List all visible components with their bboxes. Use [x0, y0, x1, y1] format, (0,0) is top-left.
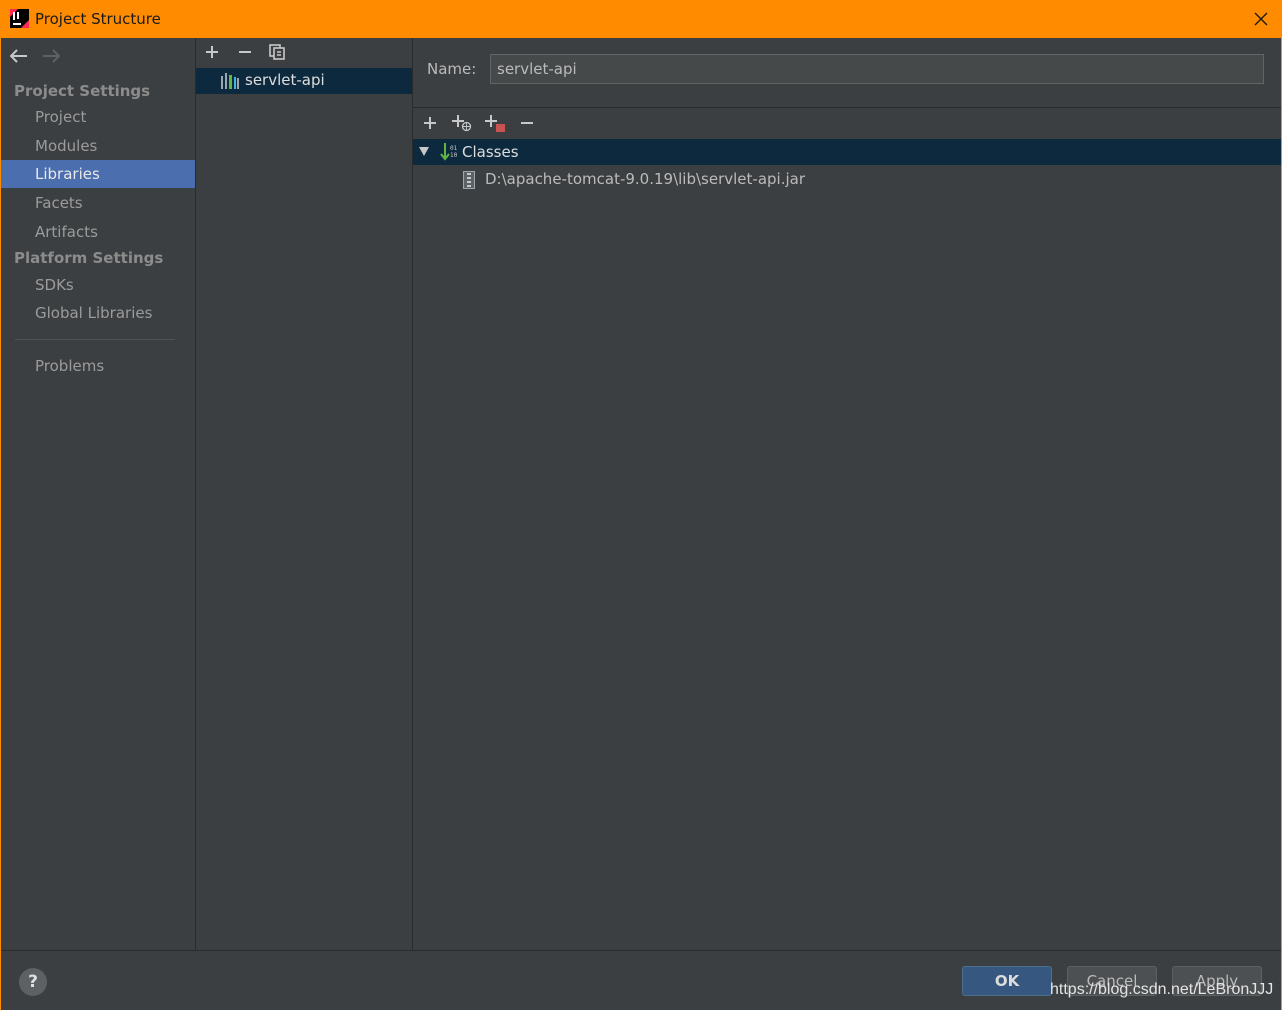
platform-settings-heading: Platform Settings [14, 249, 164, 267]
title-bar: Project Structure [0, 0, 1282, 38]
settings-sidebar: Project Settings Project Modules Librari… [1, 38, 196, 950]
arrow-left-icon [10, 49, 27, 63]
classes-label: Classes [462, 143, 519, 161]
copy-library-button[interactable] [266, 41, 288, 63]
intellij-app-icon [10, 9, 29, 28]
plus-icon [424, 117, 436, 129]
jar-path-label: D:\apache-tomcat-9.0.19\lib\servlet-api.… [485, 170, 805, 188]
remove-root-button[interactable] [516, 112, 538, 134]
sidebar-item-sdks[interactable]: SDKs [1, 271, 195, 299]
help-button[interactable]: ? [19, 968, 47, 996]
minus-icon [239, 51, 251, 53]
plus-icon [206, 46, 218, 58]
close-icon [1254, 12, 1268, 26]
name-label: Name: [427, 60, 477, 78]
sidebar-divider [15, 339, 175, 340]
add-web-icon [452, 115, 472, 132]
library-name-field[interactable] [490, 54, 1264, 84]
back-button[interactable] [7, 44, 31, 68]
sidebar-item-libraries[interactable]: Libraries [1, 160, 195, 188]
sidebar-item-problems[interactable]: Problems [1, 352, 195, 380]
watermark-text: https://blog.csdn.net/LeBronJJJ [1050, 981, 1274, 998]
jar-icon [463, 171, 475, 189]
sidebar-item-project[interactable]: Project [1, 103, 195, 131]
library-item-servlet-api[interactable]: servlet-api [196, 68, 412, 94]
forward-button[interactable] [39, 44, 63, 68]
library-detail-panel: Name: servlet-api 01 10 Classes D:\apach… [413, 38, 1281, 950]
classes-root-icon: 01 10 [440, 143, 458, 161]
add-folder-icon [485, 115, 505, 132]
library-icon [221, 73, 239, 89]
dialog-footer: ? OK Cancel Apply https://blog.csdn.net/… [1, 950, 1281, 1010]
arrow-right-icon [43, 49, 60, 63]
svg-text:01: 01 [450, 145, 458, 152]
sidebar-item-global-libraries[interactable]: Global Libraries [1, 299, 195, 327]
minus-icon [521, 122, 533, 124]
window-title: Project Structure [35, 10, 161, 28]
remove-library-button[interactable] [234, 41, 256, 63]
libraries-panel: servlet-api [196, 38, 413, 950]
ok-button[interactable]: OK [962, 966, 1052, 996]
sidebar-item-artifacts[interactable]: Artifacts [1, 218, 195, 246]
sidebar-item-modules[interactable]: Modules [1, 132, 195, 160]
library-name: servlet-api [245, 71, 325, 89]
attach-files-button[interactable] [484, 112, 506, 134]
dialog-body: Project Settings Project Modules Librari… [1, 38, 1281, 1010]
add-root-button[interactable] [419, 112, 441, 134]
svg-text:10: 10 [450, 152, 458, 159]
project-settings-heading: Project Settings [14, 82, 151, 100]
copy-icon [269, 44, 285, 60]
separator [413, 107, 1281, 108]
tree-node-classes[interactable]: 01 10 Classes [413, 139, 1281, 165]
add-library-button[interactable] [201, 41, 223, 63]
chevron-down-icon[interactable] [418, 145, 430, 157]
sidebar-item-facets[interactable]: Facets [1, 189, 195, 217]
close-button[interactable] [1240, 0, 1282, 38]
attach-url-button[interactable] [451, 112, 473, 134]
